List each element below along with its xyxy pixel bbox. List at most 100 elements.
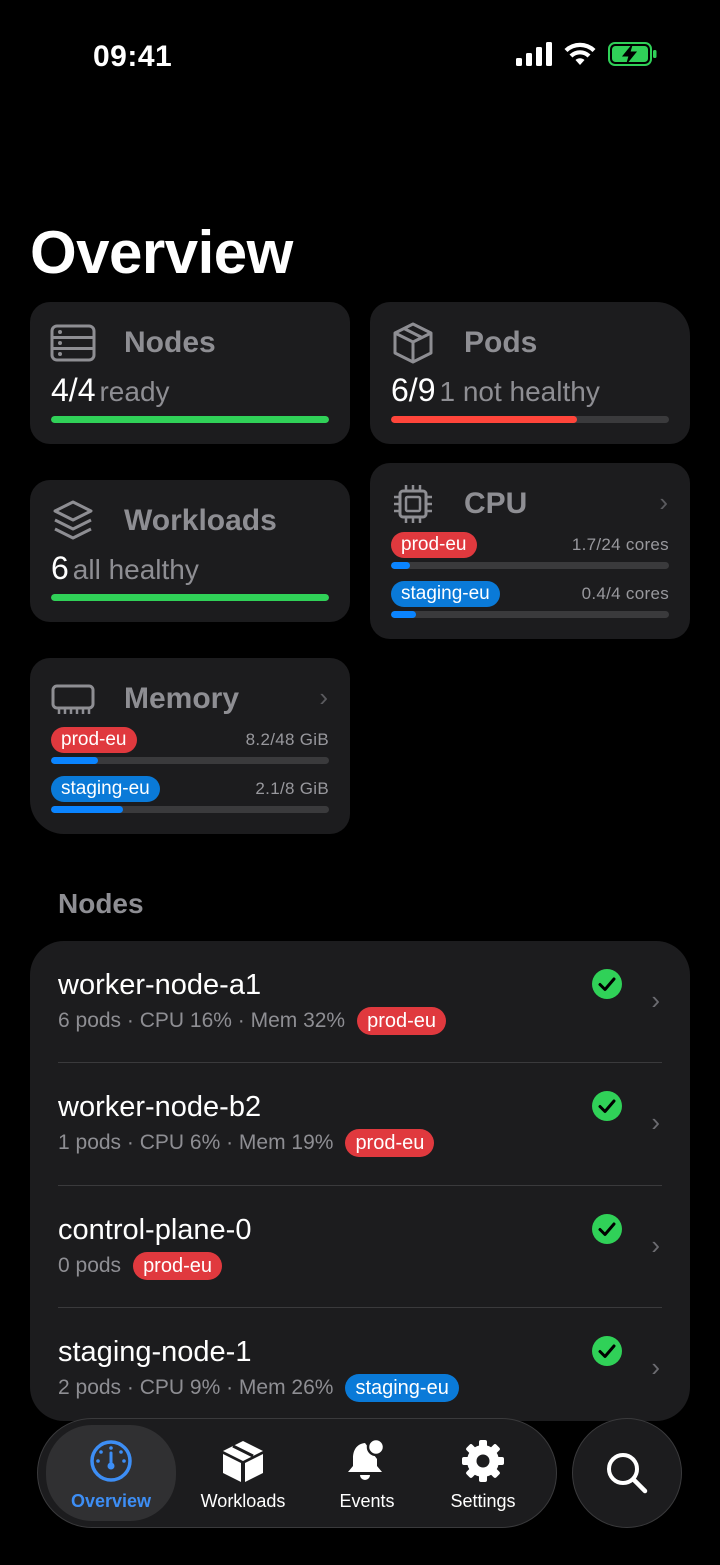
healthy-check-icon	[592, 969, 622, 999]
workloads-progress-fill	[51, 594, 329, 601]
nodes-progress-bar	[51, 416, 329, 423]
memory-row-prod: prod-eu 8.2/48 GiB	[51, 727, 329, 753]
healthy-check-icon	[592, 1091, 622, 1121]
cpu-row-staging: staging-eu 0.4/4 cores	[391, 581, 669, 607]
workloads-status: all healthy	[72, 554, 199, 585]
pods-status: 1 not healthy	[439, 376, 600, 407]
tab-overview[interactable]: Overview	[46, 1425, 176, 1521]
cellular-signal-icon	[516, 42, 552, 66]
node-row[interactable]: worker-node-a1 6 pods · CPU 16% · Mem 32…	[58, 941, 662, 1063]
node-meta: 6 pods · CPU 16% · Mem 32% prod-eu	[58, 1007, 447, 1035]
cpu-card[interactable]: CPU › prod-eu 1.7/24 cores staging-eu 0.…	[370, 463, 690, 639]
node-name: worker-node-a1	[58, 969, 262, 1001]
search-button[interactable]	[572, 1418, 682, 1528]
tab-bar: Overview Workloads Events Settings	[37, 1418, 557, 1528]
node-meta: 0 pods prod-eu	[58, 1252, 222, 1280]
node-stats: 0 pods	[58, 1254, 122, 1277]
battery-charging-icon	[608, 42, 657, 66]
pods-card[interactable]: Pods 6/9 1 not healthy	[370, 302, 690, 444]
node-list: worker-node-a1 6 pods · CPU 16% · Mem 32…	[30, 941, 690, 1421]
bell-badge-icon	[345, 1431, 389, 1483]
nodes-status: ready	[99, 376, 170, 407]
memory-card[interactable]: Memory › prod-eu 8.2/48 GiB staging-eu 2…	[30, 658, 350, 834]
node-name: control-plane-0	[58, 1214, 252, 1246]
memory-staging-bar	[51, 806, 329, 813]
search-icon	[607, 1453, 648, 1494]
stack-layers-icon	[50, 500, 96, 542]
cpu-staging-bar	[391, 611, 669, 618]
workloads-card-value: 6 all healthy	[51, 550, 199, 587]
tab-label: Events	[339, 1491, 395, 1511]
tab-workloads[interactable]: Workloads	[178, 1425, 308, 1521]
node-stats: 2 pods · CPU 9% · Mem 26%	[58, 1376, 334, 1399]
node-name: worker-node-b2	[58, 1091, 262, 1123]
chevron-right-icon: ›	[651, 985, 660, 1015]
tab-events[interactable]: Events	[302, 1425, 432, 1521]
server-rack-icon	[50, 322, 96, 364]
node-row[interactable]: control-plane-0 0 pods prod-eu ›	[58, 1186, 662, 1308]
status-bar: 09:41	[0, 0, 720, 118]
tab-settings[interactable]: Settings	[418, 1425, 548, 1521]
cpu-chip-icon	[390, 483, 436, 525]
cluster-pill: prod-eu	[357, 1007, 447, 1035]
cluster-pill: staging-eu	[345, 1374, 459, 1402]
tab-label: Overview	[70, 1491, 152, 1511]
cluster-pill: prod-eu	[345, 1129, 435, 1157]
pods-card-label: Pods	[464, 326, 538, 359]
memory-module-icon	[50, 678, 96, 720]
workloads-card-label: Workloads	[124, 504, 277, 537]
status-time: 09:41	[93, 40, 173, 73]
workloads-card[interactable]: Workloads 6 all healthy	[30, 480, 350, 622]
memory-amount: 2.1/8 GiB	[255, 779, 329, 798]
chevron-right-icon: ›	[659, 487, 668, 517]
gear-icon	[461, 1431, 505, 1483]
healthy-check-icon	[592, 1214, 622, 1244]
memory-prod-bar	[51, 757, 329, 764]
cluster-pill: staging-eu	[391, 581, 500, 607]
cpu-staging-fill	[391, 611, 417, 618]
memory-staging-fill	[51, 806, 124, 813]
cpu-prod-bar	[391, 562, 669, 569]
cpu-prod-fill	[391, 562, 411, 569]
chevron-right-icon: ›	[651, 1107, 660, 1137]
cpu-row-prod: prod-eu 1.7/24 cores	[391, 532, 669, 558]
cpu-amount: 0.4/4 cores	[581, 584, 669, 603]
wifi-icon	[564, 42, 596, 65]
cpu-card-label: CPU	[464, 487, 528, 520]
workloads-progress-bar	[51, 594, 329, 601]
nodes-count: 4/4	[51, 372, 96, 408]
memory-row-staging: staging-eu 2.1/8 GiB	[51, 776, 329, 802]
pods-progress-fill	[391, 416, 578, 423]
gauge-icon	[89, 1431, 133, 1483]
memory-card-label: Memory	[124, 682, 240, 715]
pods-count: 6/9	[391, 372, 436, 408]
box-icon	[221, 1431, 265, 1483]
nodes-card-value: 4/4 ready	[51, 372, 170, 409]
node-stats: 1 pods · CPU 6% · Mem 19%	[58, 1131, 334, 1154]
cluster-pill: prod-eu	[51, 727, 137, 753]
node-meta: 1 pods · CPU 6% · Mem 19% prod-eu	[58, 1129, 435, 1157]
memory-prod-fill	[51, 757, 99, 764]
cube-icon	[390, 322, 436, 364]
chevron-right-icon: ›	[319, 682, 328, 712]
node-row[interactable]: worker-node-b2 1 pods · CPU 6% · Mem 19%…	[58, 1063, 662, 1185]
pods-progress-bar	[391, 416, 669, 423]
nodes-section-title: Nodes	[58, 888, 144, 919]
tab-label: Settings	[450, 1491, 516, 1511]
node-stats: 6 pods · CPU 16% · Mem 32%	[58, 1009, 346, 1032]
nodes-progress-fill	[51, 416, 329, 423]
nodes-card-label: Nodes	[124, 326, 216, 359]
memory-amount: 8.2/48 GiB	[245, 730, 329, 749]
cluster-pill: prod-eu	[391, 532, 477, 558]
nodes-card[interactable]: Nodes 4/4 ready	[30, 302, 350, 444]
healthy-check-icon	[592, 1336, 622, 1366]
pods-card-value: 6/9 1 not healthy	[391, 372, 600, 409]
tab-label: Workloads	[200, 1491, 286, 1511]
cluster-pill: prod-eu	[133, 1252, 222, 1280]
chevron-right-icon: ›	[651, 1230, 660, 1260]
node-name: staging-node-1	[58, 1336, 252, 1368]
workloads-count: 6	[51, 550, 69, 586]
node-meta: 2 pods · CPU 9% · Mem 26% staging-eu	[58, 1374, 459, 1402]
node-row[interactable]: staging-node-1 2 pods · CPU 9% · Mem 26%…	[58, 1308, 662, 1421]
cpu-amount: 1.7/24 cores	[571, 535, 669, 554]
